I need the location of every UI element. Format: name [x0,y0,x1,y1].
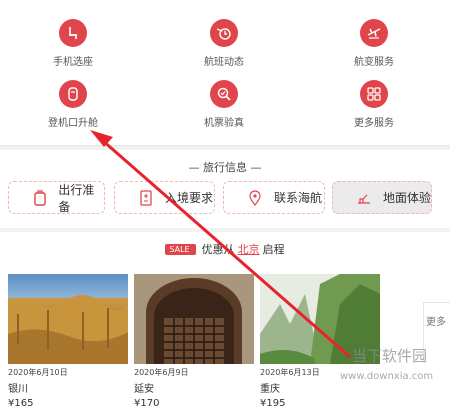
more-deals-link[interactable]: 更多 [423,302,450,362]
deal-city: 银川 [8,384,28,395]
watermark-brand: 当下软件园 [352,347,428,365]
services-panel: 手机选座 航班动态 航变服务 登机口升舱 机票验真 更多服务 [0,0,450,146]
watermark-url: www.downxia.com [340,371,434,382]
service-flight-change[interactable]: 航变服务 [314,19,434,68]
service-gate-upgrade[interactable]: 登机口升舱 [13,80,133,129]
service-label: 手机选座 [53,57,93,68]
ticket-verify-icon [210,80,238,108]
sale-badge: SALE [165,243,196,255]
location-pin-icon [248,189,262,207]
service-label: 更多服务 [354,118,394,129]
travel-button-contact[interactable]: 联系海航 [223,181,325,214]
service-flight-status[interactable]: 航班动态 [164,19,284,68]
travel-button-label: 地面体验 [383,191,432,205]
promo-suffix: 启程 [262,243,285,256]
deal-city: 延安 [134,384,154,395]
flight-change-icon [360,19,388,47]
travel-info-title: — 旅行信息 — [188,161,262,174]
travel-button-prep[interactable]: 出行准备 [8,181,105,214]
deal-date: 2020年6月10日 [8,368,68,377]
deal-card[interactable]: 2020年6月9日 延安 ¥170 [134,274,254,408]
deal-date: 2020年6月9日 [134,368,189,377]
deal-image-yinchuan [8,274,128,364]
travel-button-ground[interactable]: 地面体验 [332,181,432,214]
flight-status-icon [210,19,238,47]
promo-header: SALE 优惠从 北京 启程 [0,241,450,257]
departure-city-link[interactable]: 北京 [238,241,260,257]
travel-button-label: 出行准备 [58,182,95,214]
service-ticket-verify[interactable]: 机票验真 [164,80,284,129]
service-label: 航班动态 [204,57,244,68]
deal-image-yanan [134,274,254,364]
service-seat-selection[interactable]: 手机选座 [13,19,133,68]
travel-button-entry[interactable]: 入境要求 [114,181,215,214]
deal-card[interactable]: 2020年6月10日 银川 ¥165 [8,274,128,408]
service-label: 航变服务 [354,57,394,68]
ground-icon [357,189,371,207]
deal-price: ¥165 [8,398,34,408]
document-icon [139,189,153,207]
deal-price: ¥195 [260,398,286,408]
service-label: 登机口升舱 [48,118,98,129]
service-more[interactable]: 更多服务 [314,80,434,129]
travel-button-label: 联系海航 [274,191,323,205]
seat-icon [59,19,87,47]
more-grid-icon [360,80,388,108]
deal-card[interactable]: 2020年6月13日 重庆 ¥195 [260,274,380,408]
promo-prefix: 优惠从 [201,243,235,256]
service-label: 机票验真 [204,118,244,129]
travel-info-panel: — 旅行信息 — 出行准备 入境要求 联系海航 地面体验 [0,150,450,228]
deal-city: 重庆 [260,384,280,395]
upgrade-icon [59,80,87,108]
luggage-icon [33,189,46,207]
deal-price: ¥170 [134,398,160,408]
travel-button-label: 入境要求 [165,191,214,205]
